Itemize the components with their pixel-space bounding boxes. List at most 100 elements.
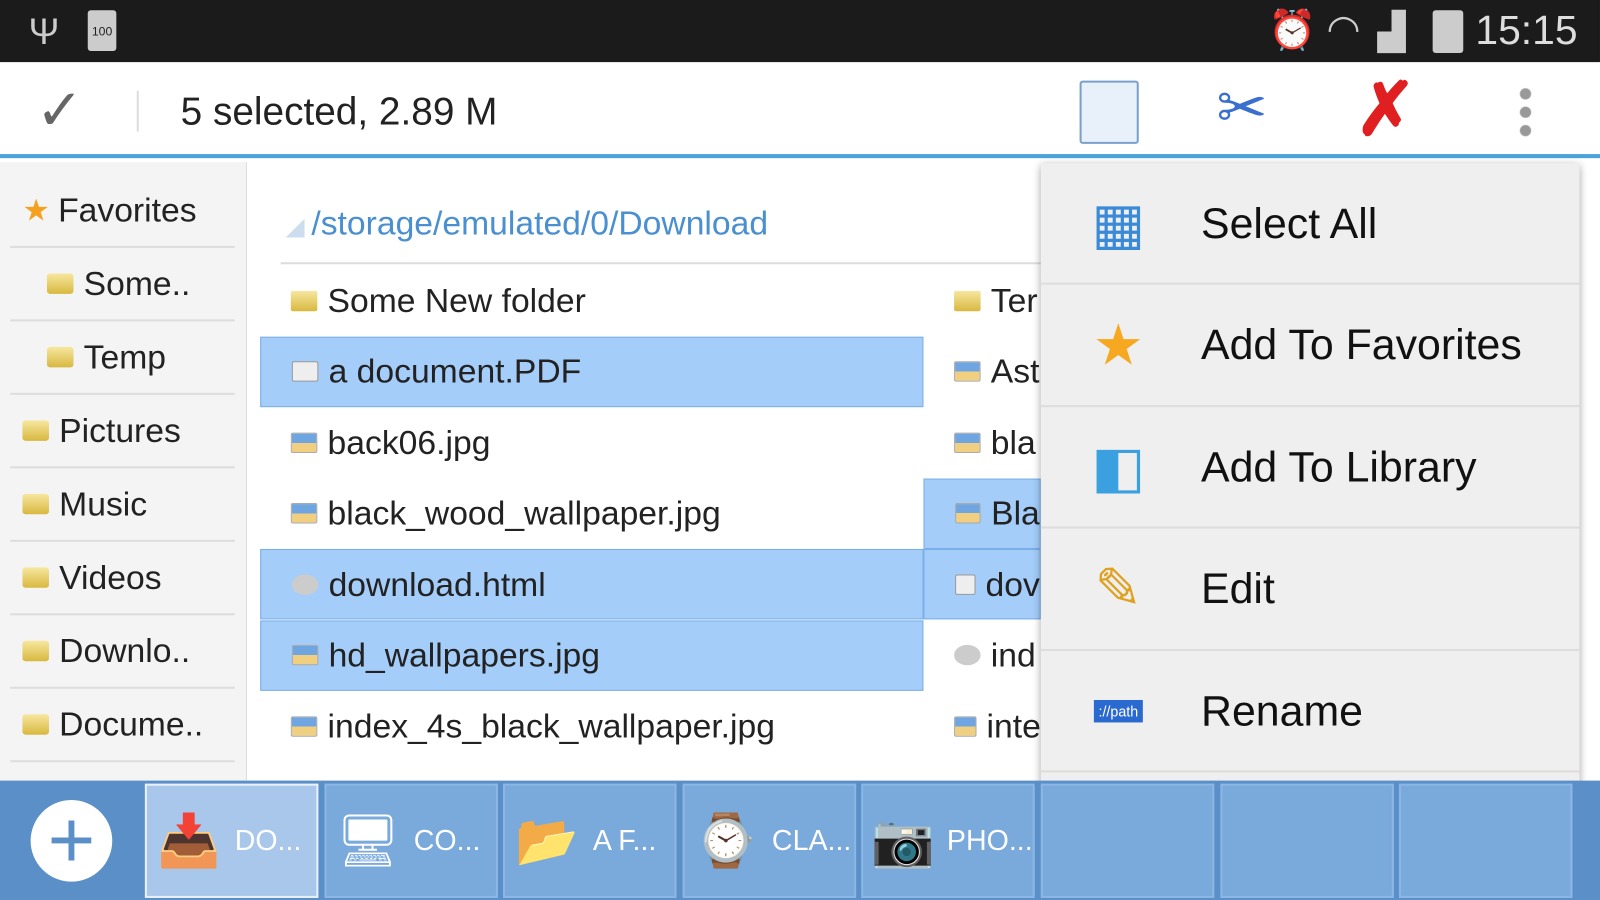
tab-download-box[interactable]: 📥 DO... (144, 783, 319, 898)
star-icon: ★ (22, 193, 50, 228)
current-path[interactable]: ◢ /storage/emulated/0/Download (286, 204, 768, 243)
image-file-icon (290, 432, 318, 453)
menu-item-label: Add To Favorites (1201, 320, 1522, 369)
alarm-icon: ⏰ (1268, 9, 1317, 53)
tab-hidden[interactable] (1219, 783, 1394, 898)
sidebar-item-pictures[interactable]: Pictures (10, 395, 235, 469)
tab-folder-box[interactable]: 📂 A F... (503, 783, 677, 898)
file-row[interactable]: Ter (923, 265, 1040, 335)
selection-summary: 5 selected, 2.89 M (180, 90, 498, 134)
file-row[interactable]: bla (923, 407, 1040, 477)
sidebar-item-downlo[interactable]: Downlo.. (10, 615, 235, 689)
tab-label: CLA... (771, 824, 852, 857)
sidebar-item-favorites[interactable]: ★ Favorites (10, 174, 235, 248)
computer-icon: 🖥 (335, 811, 401, 869)
plus-icon[interactable]: + (30, 798, 113, 882)
file-row[interactable]: hd_wallpapers.jpg (260, 619, 924, 691)
battery-full-icon (1432, 10, 1464, 54)
file-name: hd_wallpapers.jpg (328, 635, 601, 674)
file-row[interactable]: Some New folder (260, 265, 923, 335)
image-file-icon (955, 503, 981, 524)
menu-item-select-all[interactable]: ▦ Select All (1040, 163, 1580, 285)
videos-folder-icon (22, 567, 49, 588)
file-row[interactable]: ind (923, 620, 1040, 690)
tab-watch[interactable]: ⌚ CLA... (682, 783, 856, 898)
sidebar-item-label: Some.. (83, 264, 191, 303)
file-row[interactable]: Ast (923, 336, 1040, 406)
file-row[interactable]: inte (923, 691, 1041, 761)
menu-item-label: Add To Library (1201, 442, 1477, 491)
rename-path-icon: ://path (1082, 674, 1155, 747)
image-file-icon (954, 361, 981, 382)
folder-box-icon: 📂 (515, 811, 579, 869)
file-row[interactable]: index_4s_black_wallpaper.jpg (260, 691, 923, 761)
image-file-icon (954, 715, 977, 737)
pencil-icon: ✎ (1094, 556, 1143, 621)
sidebar-item-label: Music (59, 484, 148, 523)
menu-item-label: Edit (1201, 564, 1275, 613)
file-row[interactable]: download.html (260, 548, 924, 620)
cut-scissors-icon[interactable]: ✂ (1216, 72, 1267, 143)
file-name: Some New folder (327, 281, 586, 319)
select-all-icon: ▦ (1091, 190, 1146, 255)
tab-hidden[interactable] (1040, 783, 1215, 898)
rename-icon-text: ://path (1093, 699, 1144, 722)
tab-label: PHO... (946, 824, 1033, 857)
sidebar-item-music[interactable]: Music (10, 468, 235, 542)
sidebar-item-temp[interactable]: Temp (10, 321, 235, 395)
menu-item-edit[interactable]: ✎ Edit (1040, 529, 1580, 651)
library-add-icon: ◧ (1091, 434, 1146, 499)
gear-file-icon (291, 573, 319, 595)
sidebar-item-docume[interactable]: Docume.. (10, 689, 235, 763)
file-name: dov (985, 564, 1040, 603)
sidebar-item-label: Videos (59, 558, 162, 596)
divider (136, 90, 139, 132)
overflow-menu-icon[interactable] (1518, 84, 1533, 138)
sidebar-item-label: Temp (83, 337, 167, 376)
sidebar-item-some[interactable]: Some.. (10, 248, 235, 322)
file-name: bla (990, 422, 1036, 461)
menu-item-add-to-favorites[interactable]: ★ Add To Favorites (1040, 285, 1580, 407)
done-check-icon[interactable]: ✓ (36, 77, 84, 144)
folder-icon (46, 346, 74, 368)
file-name: black_wood_wallpaper.jpg (327, 493, 721, 532)
pictures-folder-icon (22, 420, 49, 441)
folder-file-icon (290, 290, 318, 311)
gear-file-icon (954, 644, 981, 666)
file-row[interactable]: a document.PDF (260, 336, 924, 407)
menu-item-label: Select All (1201, 198, 1378, 247)
tab-hidden[interactable] (1398, 783, 1573, 898)
file-name: Ast (990, 352, 1040, 390)
tab-label: DO... (234, 824, 302, 857)
tab-label: A F... (592, 824, 657, 857)
file-row[interactable]: black_wood_wallpaper.jpg (260, 478, 923, 548)
file-name: Ter (990, 281, 1038, 319)
menu-item-label: Rename (1201, 686, 1364, 735)
menu-item-add-to-library[interactable]: ◧ Add To Library (1040, 407, 1580, 529)
image-file-icon (291, 644, 319, 666)
tab-label: CO... (413, 824, 481, 857)
file-row[interactable]: Bla (923, 478, 1041, 549)
battery-icon: 100 (87, 10, 117, 52)
wifi-icon: ◠ (1326, 8, 1361, 52)
file-name: index_4s_black_wallpaper.jpg (327, 706, 775, 745)
sidebar-item-label: Downlo.. (59, 631, 191, 670)
doc-file-icon (955, 573, 976, 595)
sidebar: ★ Favorites Some.. Temp Pictures Music Videos D… (0, 162, 247, 781)
bottom-tab-bar: + 📥 DO... 🖥 CO... 📂 A F... ⌚ CLA... 📷 PHO... (0, 780, 1600, 900)
copy-icon[interactable] (1079, 80, 1139, 144)
file-row[interactable]: back06.jpg (260, 407, 923, 477)
sidebar-item-videos[interactable]: Videos (10, 542, 235, 616)
file-name: inte (986, 706, 1041, 745)
image-file-icon (290, 503, 318, 524)
folder-file-icon (954, 290, 981, 311)
tab-computer[interactable]: 🖥 CO... (323, 783, 498, 898)
file-row[interactable]: dov (923, 548, 1041, 620)
menu-item-rename[interactable]: ://path Rename (1040, 651, 1580, 773)
music-folder-icon (22, 493, 49, 515)
folder-icon (46, 273, 74, 294)
tab-camera[interactable]: 📷 PHO... (861, 783, 1035, 898)
delete-x-icon[interactable]: ✗ (1355, 66, 1417, 152)
divider (280, 262, 1041, 265)
status-bar: Ψ 100 ⏰ ◠ ▟ 15:15 (0, 0, 1600, 63)
